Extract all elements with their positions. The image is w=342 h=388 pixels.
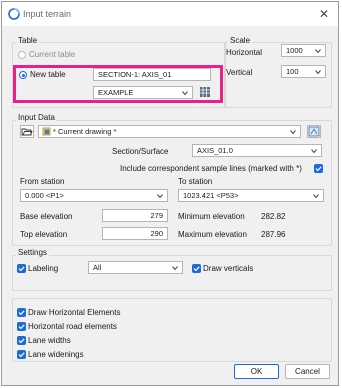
- vertical-scale-label: Vertical: [226, 68, 253, 77]
- from-station-dropdown[interactable]: 0.000 <P1>: [20, 189, 168, 202]
- input-data-group-label: Input Data: [16, 113, 57, 122]
- drawing-dropdown[interactable]: * Current drawing *: [38, 125, 301, 138]
- chevron-down-icon: [315, 70, 321, 75]
- labeling-value: All: [93, 263, 102, 272]
- checkmark-icon: [18, 352, 25, 358]
- close-button[interactable]: ✕: [316, 6, 332, 22]
- open-drawing-button[interactable]: [20, 125, 34, 138]
- table-style-dropdown[interactable]: EXAMPLE: [93, 86, 193, 99]
- max-elevation-label: Maximum elevation: [178, 230, 247, 239]
- labeling-checkbox[interactable]: [17, 264, 26, 273]
- max-elevation-value: 287.96: [261, 230, 286, 239]
- checkmark-icon: [193, 266, 200, 272]
- current-table-radio[interactable]: [18, 51, 26, 59]
- to-station-dropdown[interactable]: 1023.421 <P53>: [178, 189, 324, 202]
- table-group-label: Table: [16, 36, 40, 45]
- checkmark-icon: [18, 310, 25, 316]
- chevron-down-icon: [290, 130, 296, 135]
- section-surface-label: Section/Surface: [112, 147, 169, 156]
- top-elevation-label: Top elevation: [20, 230, 68, 239]
- folder-open-icon: [21, 128, 33, 136]
- draw-verticals-label: Draw verticals: [203, 264, 254, 273]
- title-bar: Input terrain ✕: [2, 2, 338, 26]
- drawing-file-icon: [42, 127, 51, 136]
- base-elevation-input[interactable]: 279: [102, 209, 168, 222]
- cancel-button[interactable]: Cancel: [285, 364, 330, 379]
- horizontal-scale-dropdown[interactable]: 1000: [281, 44, 326, 57]
- new-table-name-input[interactable]: SECTION-1: AXIS_01: [93, 68, 211, 81]
- window-title: Input terrain: [23, 9, 72, 19]
- top-elevation-input[interactable]: 290: [102, 227, 168, 240]
- vertical-scale-value: 100: [286, 67, 299, 76]
- section-surface-value: AXIS_01.0: [197, 146, 233, 155]
- vertical-scale-dropdown[interactable]: 100: [281, 65, 326, 78]
- chevron-down-icon: [172, 266, 178, 271]
- draw-horizontal-elements-checkbox[interactable]: [17, 308, 26, 317]
- pick-from-drawing-icon: [308, 126, 320, 137]
- pick-drawing-button[interactable]: [307, 125, 321, 138]
- to-station-label: To station: [178, 177, 213, 186]
- table-style-value: EXAMPLE: [98, 88, 134, 97]
- current-table-label: Current table: [29, 50, 76, 59]
- checkmark-icon: [18, 324, 25, 330]
- close-icon: ✕: [318, 7, 330, 21]
- horizontal-road-elements-label: Horizontal road elements: [28, 322, 117, 331]
- lane-widths-checkbox[interactable]: [17, 336, 26, 345]
- labeling-dropdown[interactable]: All: [88, 261, 183, 274]
- app-icon: [8, 8, 20, 20]
- lane-widenings-checkbox[interactable]: [17, 350, 26, 359]
- from-station-label: From station: [20, 177, 65, 186]
- scale-group-label: Scale: [228, 36, 253, 45]
- min-elevation-label: Minimum elevation: [178, 212, 245, 221]
- draw-verticals-checkbox[interactable]: [192, 264, 201, 273]
- checkmark-icon: [315, 166, 322, 172]
- labeling-label: Labeling: [28, 264, 59, 273]
- table-grid-icon: [200, 87, 210, 97]
- min-elevation-value: 282.82: [261, 212, 286, 221]
- lane-widths-label: Lane widths: [28, 336, 71, 345]
- from-station-value: 0.000 <P1>: [25, 191, 64, 200]
- include-sample-lines-checkbox[interactable]: [314, 164, 323, 173]
- drawing-value: * Current drawing *: [53, 127, 117, 136]
- new-table-label: New table: [30, 70, 66, 79]
- horizontal-scale-value: 1000: [286, 46, 303, 55]
- ok-button[interactable]: OK: [234, 364, 279, 379]
- new-table-radio[interactable]: [19, 71, 27, 79]
- checkmark-icon: [18, 338, 25, 344]
- table-style-grid-button[interactable]: [198, 86, 212, 99]
- base-elevation-label: Base elevation: [20, 212, 73, 221]
- horizontal-road-elements-checkbox[interactable]: [17, 322, 26, 331]
- include-sample-lines-label: Include correspondent sample lines (mark…: [120, 164, 302, 173]
- input-terrain-dialog: Input terrain ✕ Table Current table New …: [1, 1, 339, 386]
- section-surface-dropdown[interactable]: AXIS_01.0: [192, 144, 322, 157]
- settings-group-label: Settings: [16, 248, 49, 257]
- chevron-down-icon: [182, 91, 188, 96]
- chevron-down-icon: [311, 149, 317, 154]
- chevron-down-icon: [313, 194, 319, 199]
- chevron-down-icon: [157, 194, 163, 199]
- horizontal-scale-label: Horizontal: [226, 48, 263, 57]
- draw-horizontal-elements-label: Draw Horizontal Elements: [28, 308, 121, 317]
- checkmark-icon: [18, 266, 25, 272]
- to-station-value: 1023.421 <P53>: [183, 191, 239, 200]
- chevron-down-icon: [315, 49, 321, 54]
- lane-widenings-label: Lane widenings: [28, 350, 84, 359]
